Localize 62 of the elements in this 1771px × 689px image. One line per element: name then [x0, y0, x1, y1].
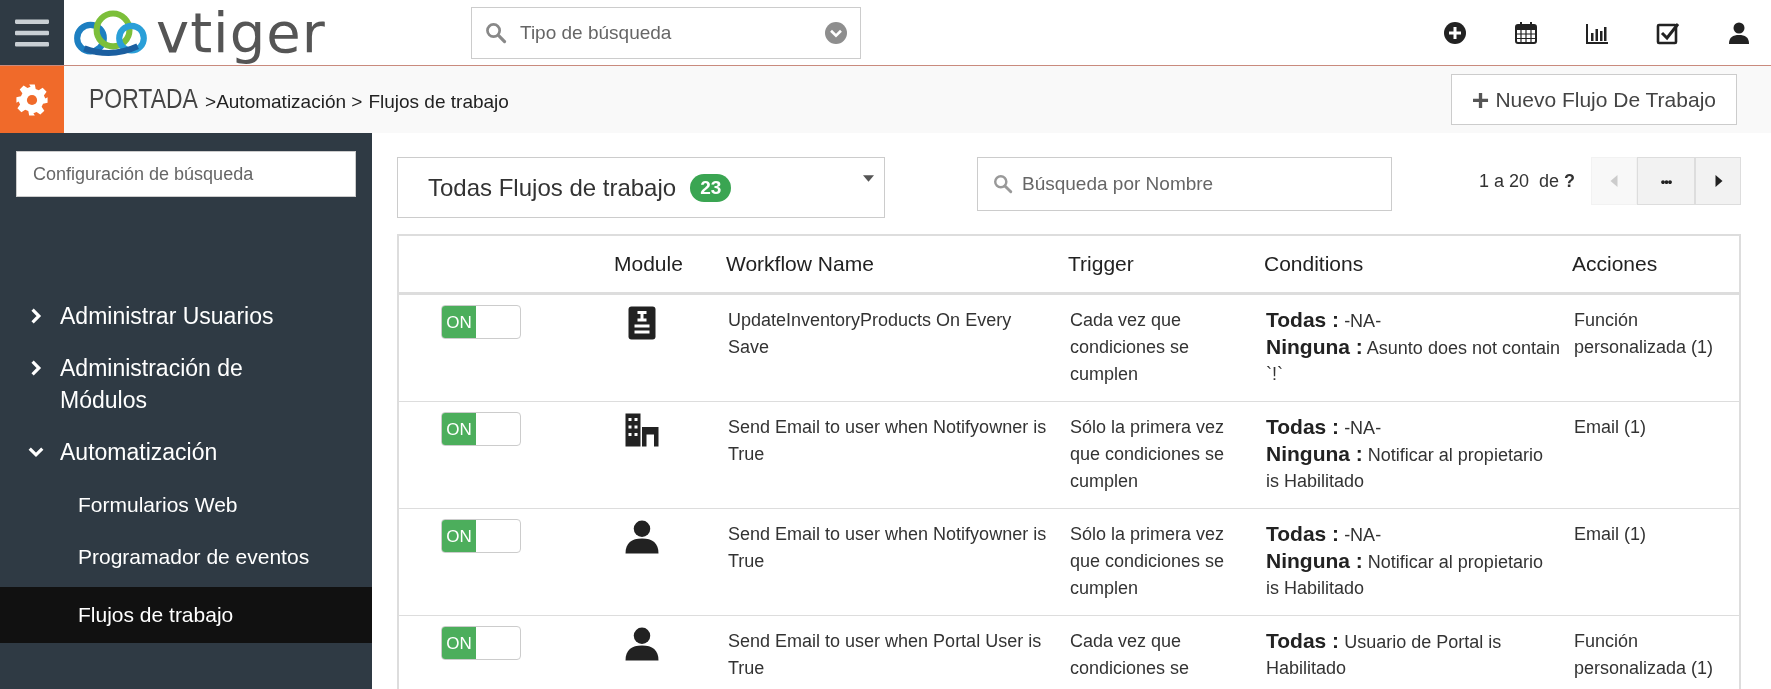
caret-icon [863, 175, 874, 182]
trigger-text: Cada vez que condiciones se cumplen [1070, 310, 1190, 384]
trigger-text: Sólo la primera vez que condiciones se cumplen [1070, 524, 1225, 598]
condition-text: Ninguna : Notificar al propietario is Habilitado [1266, 548, 1544, 600]
column-header[interactable]: Conditions [1260, 236, 1568, 292]
filter-label: Todas Flujos de trabajo [428, 173, 677, 202]
menu-button[interactable] [0, 0, 64, 65]
trigger-text: Sólo la primera vez que condiciones se cumplen [1070, 417, 1225, 491]
count-badge: 23 [690, 173, 732, 202]
add-icon[interactable] [1443, 20, 1467, 45]
column-header[interactable]: Workflow Name [722, 236, 1064, 292]
user-icon[interactable] [1727, 20, 1751, 45]
checkbox-icon[interactable] [1656, 20, 1680, 45]
column-header[interactable]: Acciones [1568, 236, 1739, 292]
pagination-text: 1 a 20 de ? [1478, 170, 1575, 192]
sidebar-item-label: Administración de Módulos [60, 354, 244, 415]
search-icon [993, 174, 1013, 194]
sidebar-item[interactable]: Administración de Módulos [0, 343, 372, 427]
building-icon [624, 412, 660, 448]
breadcrumb-link[interactable]: >Automatización > [205, 91, 363, 113]
trigger-text: Cada vez que condiciones se [1070, 631, 1190, 678]
condition-text: Todas : -NA- [1266, 414, 1383, 440]
workflow-name: Send Email to user when Notifyowner is True [728, 417, 1047, 464]
condition-text: Ninguna : Notificar al propietario is Habilitado [1266, 441, 1544, 493]
search-icon [485, 21, 507, 44]
menu-icon [15, 18, 49, 47]
next-page-button[interactable] [1695, 157, 1741, 205]
condition-text: Ninguna : Asunto does not contain `!` [1266, 334, 1560, 386]
action-text: Email (1) [1574, 524, 1646, 544]
breadcrumb-current[interactable]: Flujos de trabajo [368, 91, 509, 113]
sidebar-item[interactable]: Administrar Usuarios [0, 291, 372, 343]
right-arrow-icon [1713, 175, 1723, 187]
condition-text: Todas : -NA- [1266, 307, 1383, 333]
condition-text: Todas : Usuario de Portal is Habilitado [1266, 628, 1503, 680]
breadcrumb-link[interactable]: PORTADA [89, 84, 198, 115]
name-search-field[interactable]: Búsqueda por Nombre [977, 157, 1392, 211]
column-header[interactable]: Module [614, 236, 722, 292]
column-header[interactable]: Trigger [1064, 236, 1260, 292]
settings-search-field[interactable]: Configuración de búsqueda [16, 151, 356, 197]
action-text: Función personalizada (1) [1574, 310, 1714, 357]
more-pages-button[interactable]: ••• [1637, 157, 1695, 205]
calendar-icon[interactable] [1514, 20, 1538, 45]
sidebar-item-label: Automatización [60, 438, 218, 467]
sidebar-item[interactable]: Automatización [0, 427, 372, 479]
dropdown-icon [825, 21, 847, 44]
action-text: Función personalizada (1) [1574, 631, 1714, 678]
sidebar-subitem[interactable]: Flujos de trabajo [0, 587, 372, 643]
condition-text: Todas : -NA- [1266, 521, 1383, 547]
left-arrow-icon [1609, 175, 1619, 187]
sidebar-subitem[interactable]: Formularios Web [0, 479, 372, 531]
action-text: Email (1) [1574, 417, 1646, 437]
workflow-name: UpdateInventoryProducts On Every Save [728, 310, 1012, 357]
person-icon [624, 626, 660, 662]
global-search-field[interactable]: Tipo de búsqueda [471, 6, 861, 59]
settings-icon [15, 82, 49, 117]
new-workflow-button[interactable]: + Nuevo Flujo De Trabajo [1450, 74, 1737, 125]
workflow-name: Send Email to user when Notifyowner is True [728, 524, 1047, 571]
filter-dropdown[interactable]: Todas Flujos de trabajo 23 [397, 157, 885, 218]
person-icon [624, 519, 660, 555]
workflow-name: Send Email to user when Portal User is True [728, 631, 1042, 678]
sidebar-subitem[interactable]: Programador de eventos [0, 531, 372, 583]
sidebar-item-label: Administrar Usuarios [60, 302, 274, 331]
